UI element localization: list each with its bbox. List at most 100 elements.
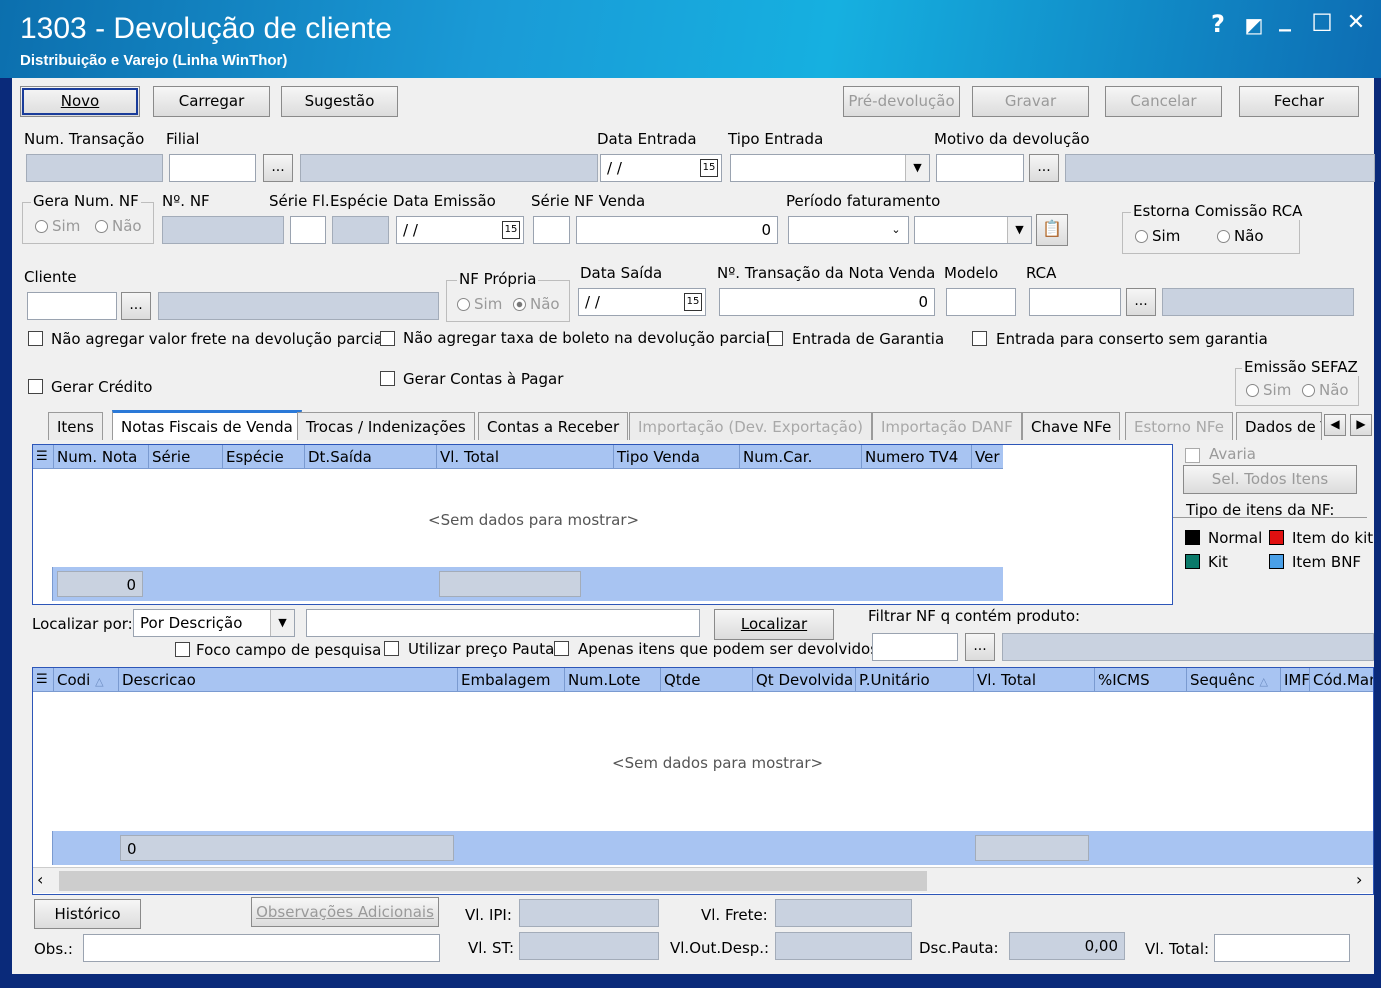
- tab-itens[interactable]: Itens: [48, 412, 103, 440]
- tab-importacao-dev[interactable]: Importação (Dev. Exportação): [629, 412, 872, 440]
- col-ver[interactable]: Ver: [971, 445, 1003, 469]
- tab-chave-nfe[interactable]: Chave NFe: [1022, 412, 1121, 440]
- col-descricao[interactable]: Descricao: [118, 668, 457, 692]
- notas-fiscais-grid[interactable]: ☰ Num. Nota Série Espécie Dt.Saída Vl. T…: [32, 444, 1173, 605]
- scroll-left-icon[interactable]: ‹: [37, 870, 43, 889]
- foco-checkbox[interactable]: [175, 642, 190, 657]
- tab-scroll-left-icon[interactable]: ◀: [1324, 414, 1346, 436]
- calendar-icon[interactable]: 15: [700, 159, 718, 177]
- motivo-search-button[interactable]: ...: [1029, 154, 1059, 182]
- restore-icon[interactable]: ◩: [1239, 13, 1269, 37]
- periodo-end-select[interactable]: ▼: [914, 216, 1032, 244]
- tab-scroll-right-icon[interactable]: ▶: [1350, 414, 1372, 436]
- observacoes-button[interactable]: Observações Adicionais: [251, 897, 439, 927]
- estorna-nao[interactable]: Não: [1217, 227, 1264, 245]
- sel-todos-itens-button[interactable]: Sel. Todos Itens: [1183, 465, 1357, 494]
- apenas-itens-checkbox[interactable]: [554, 641, 569, 656]
- scroll-right-icon[interactable]: ›: [1356, 870, 1362, 889]
- col-cod-mar[interactable]: Cód.Mar: [1309, 668, 1373, 692]
- col-dt-saida[interactable]: Dt.Saída: [304, 445, 436, 469]
- tab-trocas-indenizacoes[interactable]: Trocas / Indenizações: [297, 412, 475, 440]
- col-numero-tv4[interactable]: Numero TV4: [861, 445, 971, 469]
- data-saida-field[interactable]: / /15: [578, 288, 706, 316]
- col-vl-total[interactable]: Vl. Total: [436, 445, 613, 469]
- avaria-checkbox[interactable]: [1185, 448, 1200, 463]
- help-icon[interactable]: ?: [1203, 10, 1233, 38]
- estorna-sim[interactable]: Sim: [1135, 227, 1180, 245]
- cliente-field[interactable]: [27, 292, 117, 320]
- filial-search-button[interactable]: ...: [263, 154, 293, 182]
- emissao-sefaz-sim[interactable]: Sim: [1246, 381, 1291, 399]
- periodo-start-select[interactable]: ⌄: [788, 216, 909, 244]
- gera-num-nf-sim[interactable]: Sim: [35, 217, 80, 235]
- col-p-unitario[interactable]: P.Unitário: [855, 668, 973, 692]
- horizontal-scrollbar[interactable]: ‹ ›: [33, 867, 1373, 893]
- num-transacao-field[interactable]: [26, 154, 163, 182]
- calendar-icon[interactable]: 15: [502, 221, 520, 239]
- clipboard-icon[interactable]: 📋: [1036, 214, 1068, 246]
- gravar-button[interactable]: Gravar: [972, 86, 1089, 117]
- chevron-down-icon[interactable]: ⌄: [884, 217, 908, 243]
- col-icms[interactable]: %ICMS: [1094, 668, 1186, 692]
- col-codi[interactable]: Codi △: [53, 668, 118, 692]
- chevron-down-icon[interactable]: ▼: [905, 155, 929, 181]
- historico-button[interactable]: Histórico: [34, 899, 141, 929]
- especie-field[interactable]: [332, 216, 389, 244]
- novo-button[interactable]: Novo: [20, 86, 140, 117]
- gera-num-nf-nao[interactable]: Não: [95, 217, 142, 235]
- filtrar-produto-search-button[interactable]: ...: [965, 633, 995, 661]
- nf-propria-sim[interactable]: Sim: [457, 295, 502, 313]
- minimize-icon[interactable]: _: [1270, 4, 1300, 32]
- modelo-field[interactable]: [946, 288, 1016, 316]
- no-nf-field[interactable]: [162, 216, 284, 244]
- cliente-search-button[interactable]: ...: [121, 292, 151, 320]
- chevron-down-icon[interactable]: ▼: [270, 610, 294, 636]
- chevron-down-icon[interactable]: ▼: [1007, 217, 1031, 243]
- data-emissao-field[interactable]: / /15: [396, 216, 524, 244]
- maximize-icon[interactable]: ☐: [1307, 9, 1337, 37]
- col-vl-total[interactable]: Vl. Total: [973, 668, 1094, 692]
- nao-agregar-frete-checkbox[interactable]: [28, 331, 43, 346]
- cancelar-button[interactable]: Cancelar: [1105, 86, 1222, 117]
- tab-notas-fiscais-venda[interactable]: Notas Fiscais de Venda: [112, 410, 302, 440]
- entrada-conserto-checkbox[interactable]: [972, 331, 987, 346]
- obs-field[interactable]: [83, 934, 440, 962]
- column-chooser-icon[interactable]: ☰: [33, 668, 53, 692]
- tab-contas-receber[interactable]: Contas a Receber: [478, 412, 629, 440]
- close-icon[interactable]: ✕: [1341, 10, 1371, 35]
- col-qtde[interactable]: Qtde: [660, 668, 752, 692]
- serie-field[interactable]: [533, 216, 570, 244]
- entrada-garantia-checkbox[interactable]: [768, 331, 783, 346]
- localizar-button[interactable]: Localizar: [714, 609, 834, 640]
- motivo-devolucao-field[interactable]: [936, 154, 1024, 182]
- nao-agregar-boleto-checkbox[interactable]: [380, 331, 395, 346]
- vl-total-field[interactable]: [1214, 934, 1350, 962]
- itens-grid[interactable]: ☰ Codi △ Descricao Embalagem Num.Lote Qt…: [32, 667, 1374, 895]
- serie-fl-field[interactable]: [290, 216, 326, 244]
- col-imf[interactable]: IMF: [1280, 668, 1309, 692]
- pre-devolucao-button[interactable]: Pré-devolução: [843, 86, 960, 117]
- emissao-sefaz-nao[interactable]: Não: [1302, 381, 1349, 399]
- nf-propria-nao[interactable]: Não: [513, 295, 560, 313]
- sugestao-button[interactable]: Sugestão: [281, 86, 398, 117]
- gerar-contas-checkbox[interactable]: [380, 371, 395, 386]
- col-num-nota[interactable]: Num. Nota: [53, 445, 148, 469]
- col-tipo-venda[interactable]: Tipo Venda: [613, 445, 739, 469]
- tab-importacao-danf[interactable]: Importação DANF: [872, 412, 1022, 440]
- tipo-entrada-select[interactable]: ▼: [730, 154, 930, 182]
- col-especie[interactable]: Espécie: [222, 445, 304, 469]
- rca-field[interactable]: [1029, 288, 1121, 316]
- col-serie[interactable]: Série: [148, 445, 222, 469]
- col-num-lote[interactable]: Num.Lote: [564, 668, 660, 692]
- data-entrada-field[interactable]: / /15: [600, 154, 722, 182]
- nf-venda-field[interactable]: 0: [576, 216, 778, 244]
- filtrar-produto-field[interactable]: [872, 633, 958, 661]
- localizar-por-select[interactable]: Por Descrição ▼: [133, 609, 295, 637]
- gerar-credito-checkbox[interactable]: [28, 379, 43, 394]
- preco-pauta-checkbox[interactable]: [384, 641, 399, 656]
- calendar-icon[interactable]: 15: [684, 293, 702, 311]
- col-num-car[interactable]: Num.Car.: [739, 445, 861, 469]
- col-qt-devolvida[interactable]: Qt Devolvida: [752, 668, 855, 692]
- transacao-venda-field[interactable]: 0: [719, 288, 935, 316]
- col-embalagem[interactable]: Embalagem: [457, 668, 564, 692]
